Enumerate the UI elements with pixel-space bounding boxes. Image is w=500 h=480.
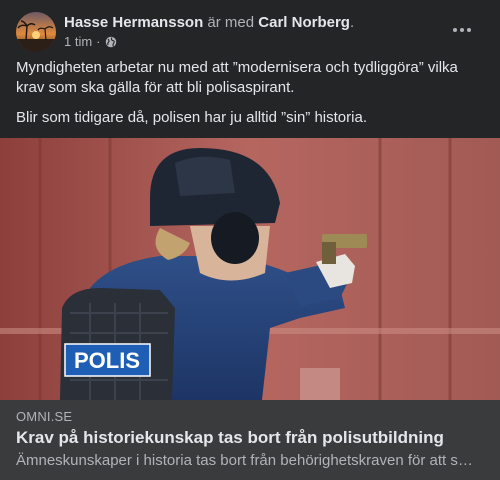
author-line: Hasse Hermansson är med Carl Norberg. (64, 13, 354, 33)
post-paragraph-1: Myndigheten arbetar nu med att ”modernis… (16, 59, 458, 96)
link-preview-image[interactable]: POLIS (0, 138, 500, 400)
tagged-person-link[interactable]: Carl Norberg (258, 14, 350, 31)
with-text: är med (203, 14, 259, 31)
police-officer-photo: POLIS (0, 138, 500, 400)
more-options-button[interactable] (444, 16, 480, 44)
globe-icon[interactable] (105, 36, 117, 48)
facebook-post: Hasse Hermansson är med Carl Norberg. 1 … (0, 0, 500, 480)
tagged-suffix: . (349, 14, 355, 31)
post-header: Hasse Hermansson är med Carl Norberg. 1 … (16, 12, 488, 52)
timestamp-link[interactable]: 1 tim (64, 33, 92, 51)
link-preview-card[interactable]: OMNI.SE Krav på historiekunskap tas bort… (0, 400, 500, 480)
post-text: Myndigheten arbetar nu med att ”modernis… (16, 58, 484, 138)
link-description: Ämneskunskaper i historia tas bort från … (16, 452, 473, 469)
vest-polis-label: POLIS (74, 348, 140, 373)
avatar-sunset-image (16, 12, 56, 52)
author-name-link[interactable]: Hasse Hermansson (64, 14, 203, 31)
post-paragraph-2: Blir som tidigare då, polisen har ju all… (16, 109, 367, 126)
post-meta: 1 tim · (64, 33, 117, 51)
more-horizontal-icon (453, 28, 457, 32)
link-domain: OMNI.SE (16, 409, 73, 424)
link-title[interactable]: Krav på historiekunskap tas bort från po… (16, 428, 444, 448)
avatar[interactable] (16, 12, 56, 52)
meta-separator: · (96, 34, 101, 49)
